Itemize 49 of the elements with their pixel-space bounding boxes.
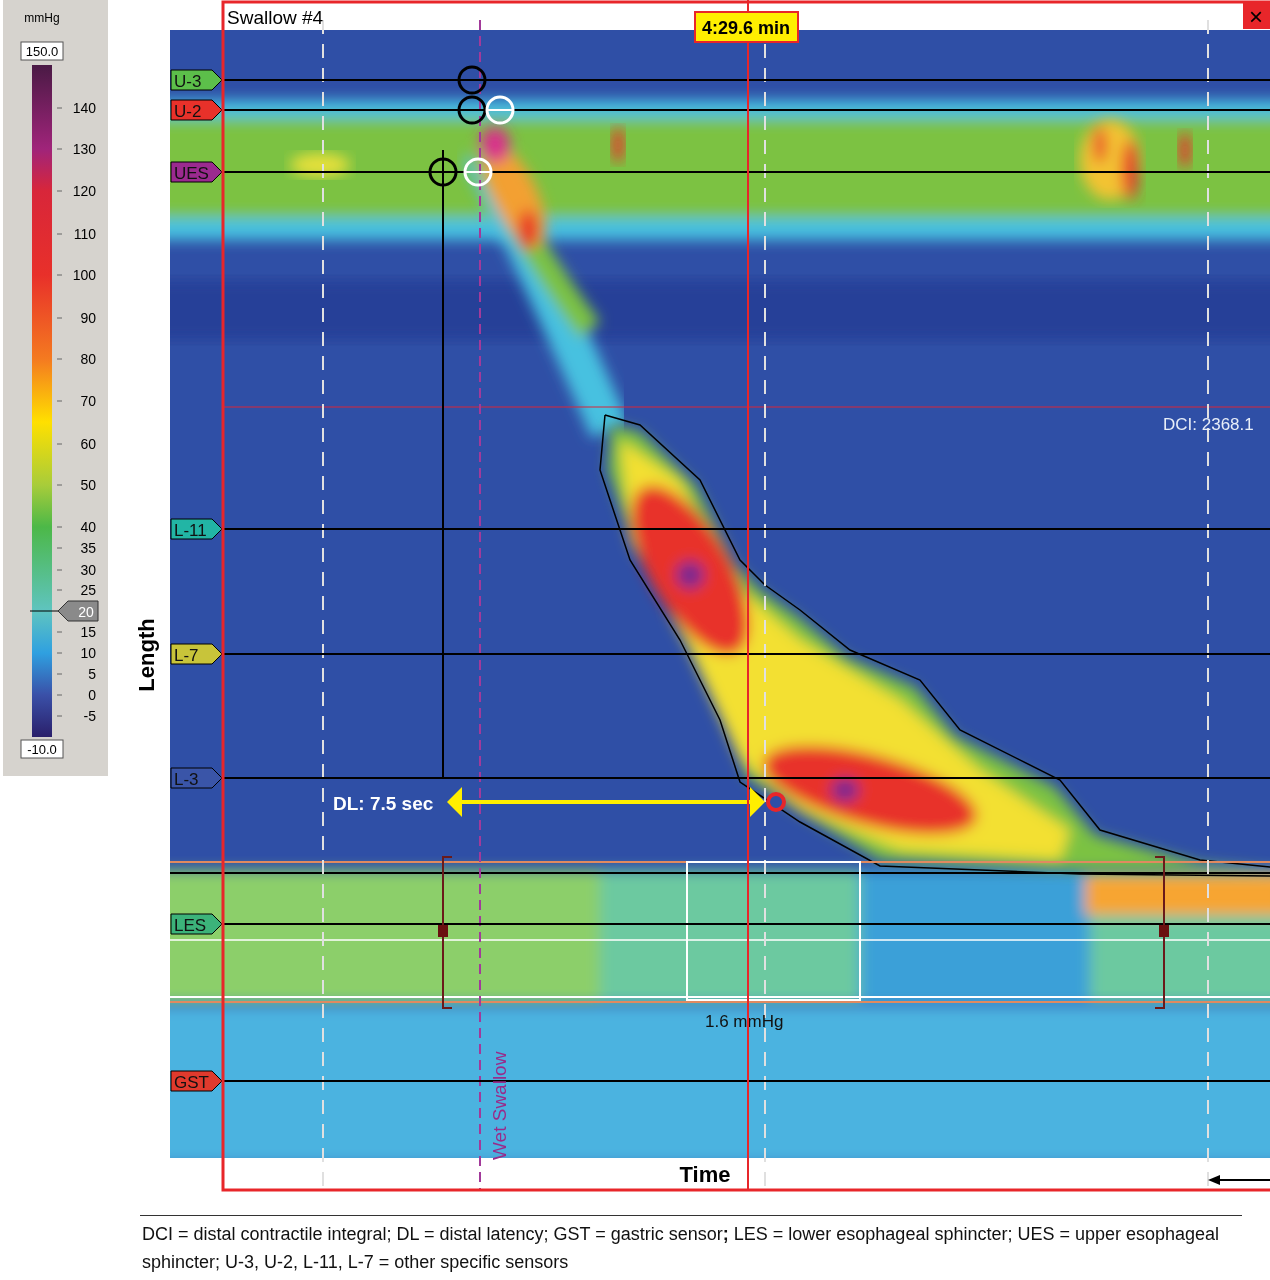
crosshair-marker-icon[interactable] — [457, 65, 487, 95]
sensor-tag[interactable]: U-3 — [170, 69, 223, 91]
scale-tick-label: 15 — [80, 624, 96, 640]
scale-tick-label: -5 — [83, 708, 96, 724]
min-value-field[interactable]: -10.0 — [20, 739, 64, 759]
unit-label: mmHg — [24, 11, 60, 25]
crosshair-marker-icon[interactable] — [428, 157, 458, 187]
bracket-marker[interactable] — [438, 856, 453, 1009]
scale-tick-label: 140 — [72, 100, 96, 116]
sensor-tag[interactable]: L-11 — [170, 518, 223, 540]
scale-tick-label: 70 — [80, 393, 96, 409]
scale-tick-label: 0 — [88, 687, 96, 703]
dci-label: DCI: 2368.1 — [1163, 415, 1254, 434]
scale-tick-label: 60 — [80, 436, 96, 452]
scale-tick-label: 35 — [80, 540, 96, 556]
scale-tick-label: 5 — [88, 666, 96, 682]
bracket-marker[interactable] — [1154, 856, 1169, 1009]
scale-tick-label: 30 — [80, 562, 96, 578]
figure-caption: DCI = distal contractile integral; DL = distal latency; GST = gastric sensor; LES = lower esophageal sphincter; UES = upper esophageal sphincter; U-3, U-2, L-11, L-7 = other specific sensors — [140, 1215, 1242, 1276]
scale-tick-label: 110 — [73, 226, 96, 242]
scale-tick-label: 50 — [80, 477, 96, 493]
scale-tick-label: 130 — [72, 141, 96, 157]
close-button[interactable]: × — [1243, 3, 1270, 30]
time-cursor-label[interactable]: 4:29.6 min — [694, 11, 799, 43]
threshold-line — [29, 610, 61, 612]
scale-tick-label: 120 — [72, 183, 96, 199]
scale-tick-label: 80 — [80, 351, 96, 367]
scale-tick-label: 40 — [80, 519, 96, 535]
event-label: Wet Swallow — [489, 1051, 510, 1160]
target-point-icon[interactable] — [766, 792, 786, 812]
scale-tick-label: 90 — [80, 310, 96, 326]
time-axis-label: Time — [679, 1162, 731, 1187]
sensor-tag[interactable]: GST — [170, 1070, 223, 1092]
scale-tick-label: 10 — [80, 645, 96, 661]
pressure-spot — [290, 153, 350, 177]
pressure-spot — [1179, 132, 1191, 168]
scale-tick-label: 25 — [80, 582, 96, 598]
scroll-arrow-icon[interactable] — [1208, 1175, 1270, 1185]
max-value-field[interactable]: 150.0 — [20, 41, 64, 61]
sensor-tag[interactable]: LES — [170, 913, 223, 935]
selection-box[interactable] — [686, 861, 861, 1001]
latency-label: DL: 7.5 sec — [333, 793, 434, 814]
sensor-tag[interactable]: L-7 — [170, 643, 223, 665]
scale-tick-label: 100 — [72, 267, 96, 283]
swallow-title: Swallow #4 — [227, 7, 324, 28]
crosshair-marker-icon[interactable] — [457, 95, 487, 125]
sensor-tag[interactable]: U-2 — [170, 99, 223, 121]
pressure-spot — [612, 127, 624, 163]
length-axis-label: Length — [134, 618, 159, 692]
